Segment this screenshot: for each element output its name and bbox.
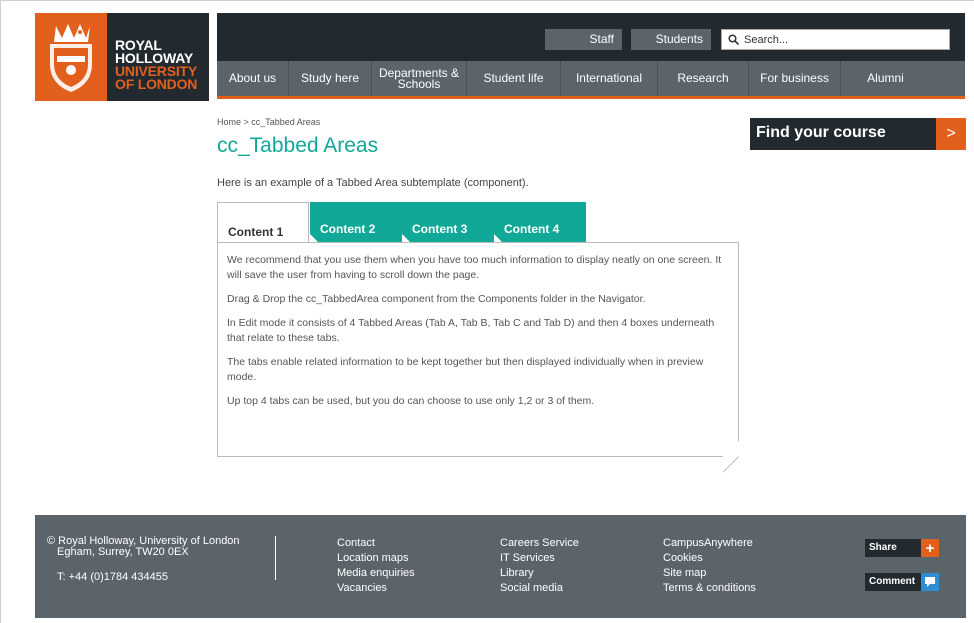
footer-link-library[interactable]: Library: [500, 566, 579, 581]
footer-link-vacancies[interactable]: Vacancies: [337, 581, 415, 596]
intro-text: Here is an example of a Tabbed Area subt…: [217, 177, 529, 189]
comment-label: Comment: [865, 573, 921, 591]
footer-link-careers[interactable]: Careers Service: [500, 536, 579, 551]
tab-label: Content 2: [320, 222, 376, 236]
tab-strip: Content 1 Content 2 Content 3 Content 4: [217, 202, 597, 242]
find-course-button[interactable]: Find your course >: [750, 118, 966, 150]
top-bar: Staff Students: [217, 13, 965, 61]
tab-panel: We recommend that you use them when you …: [217, 242, 739, 457]
comment-button[interactable]: Comment: [865, 573, 939, 591]
university-logo[interactable]: ROYAL HOLLOWAY UNIVERSITY OF LONDON: [35, 13, 209, 101]
footer-link-site-map[interactable]: Site map: [663, 566, 756, 581]
footer-link-it-services[interactable]: IT Services: [500, 551, 579, 566]
find-course-label: Find your course: [750, 118, 936, 150]
tab-fold-icon: [310, 234, 318, 242]
footer-phone: T: +44 (0)1784 434455: [57, 571, 169, 583]
tab-content-1[interactable]: Content 1: [217, 202, 309, 242]
footer-link-media-enquiries[interactable]: Media enquiries: [337, 566, 415, 581]
panel-paragraph: The tabs enable related information to b…: [227, 356, 704, 383]
search-icon: [728, 34, 739, 45]
footer-links-col-3: CampusAnywhere Cookies Site map Terms & …: [663, 536, 756, 596]
nav-study-here[interactable]: Study here: [289, 61, 372, 96]
share-button[interactable]: Share +: [865, 539, 939, 557]
footer-link-cookies[interactable]: Cookies: [663, 551, 756, 566]
nav-for-business[interactable]: For business: [749, 61, 841, 96]
footer-link-social-media[interactable]: Social media: [500, 581, 579, 596]
panel-paragraph: We recommend that you use them when you …: [227, 254, 722, 281]
footer-address-line: Egham, Surrey, TW20 0EX: [57, 546, 189, 558]
nav-student-life[interactable]: Student life: [467, 61, 561, 96]
speech-bubble-icon: [921, 573, 939, 591]
search-input[interactable]: [744, 33, 944, 46]
nav-departments-schools[interactable]: Departments & Schools: [372, 61, 467, 96]
nav-research[interactable]: Research: [658, 61, 749, 96]
footer-address: © Royal Holloway, University of London E…: [47, 536, 240, 558]
tab-content-4[interactable]: Content 4: [494, 202, 586, 242]
nav-about-us[interactable]: About us: [217, 61, 289, 96]
main-nav: About us Study here Departments & School…: [217, 61, 965, 99]
tab-fold-icon: [402, 234, 410, 242]
tab-content-3[interactable]: Content 3: [402, 202, 494, 242]
footer-links-col-1: Contact Location maps Media enquiries Va…: [337, 536, 415, 596]
panel-paragraph: Up top 4 tabs can be used, but you do ca…: [227, 395, 595, 407]
plus-icon: +: [921, 539, 939, 557]
nav-international[interactable]: International: [561, 61, 658, 96]
site-footer: © Royal Holloway, University of London E…: [35, 515, 966, 618]
panel-corner-fold: [723, 441, 739, 457]
footer-link-terms[interactable]: Terms & conditions: [663, 581, 756, 596]
students-button[interactable]: Students: [631, 29, 711, 50]
tab-content-2[interactable]: Content 2: [310, 202, 402, 242]
logo-line-london: OF LONDON: [115, 76, 198, 92]
page-title: cc_Tabbed Areas: [217, 134, 379, 157]
tab-fold-icon: [494, 234, 502, 242]
nav-alumni[interactable]: Alumni: [841, 61, 930, 96]
footer-link-campusanywhere[interactable]: CampusAnywhere: [663, 536, 756, 551]
footer-divider: [275, 536, 276, 580]
footer-link-contact[interactable]: Contact: [337, 536, 415, 551]
footer-links-col-2: Careers Service IT Services Library Soci…: [500, 536, 579, 596]
chevron-right-icon: >: [936, 118, 966, 150]
search-box[interactable]: [721, 29, 950, 50]
tab-label: Content 3: [412, 222, 468, 236]
footer-link-location-maps[interactable]: Location maps: [337, 551, 415, 566]
staff-button[interactable]: Staff: [545, 29, 622, 50]
panel-paragraph: In Edit mode it consists of 4 Tabbed Are…: [227, 317, 715, 344]
logo-wordmark: ROYAL HOLLOWAY UNIVERSITY OF LONDON: [107, 13, 209, 101]
panel-paragraph: Drag & Drop the cc_TabbedArea component …: [227, 293, 646, 305]
breadcrumb[interactable]: Home > cc_Tabbed Areas: [217, 117, 320, 127]
crest-icon: [35, 13, 107, 101]
share-label: Share: [865, 539, 921, 557]
tab-label: Content 4: [504, 222, 560, 236]
